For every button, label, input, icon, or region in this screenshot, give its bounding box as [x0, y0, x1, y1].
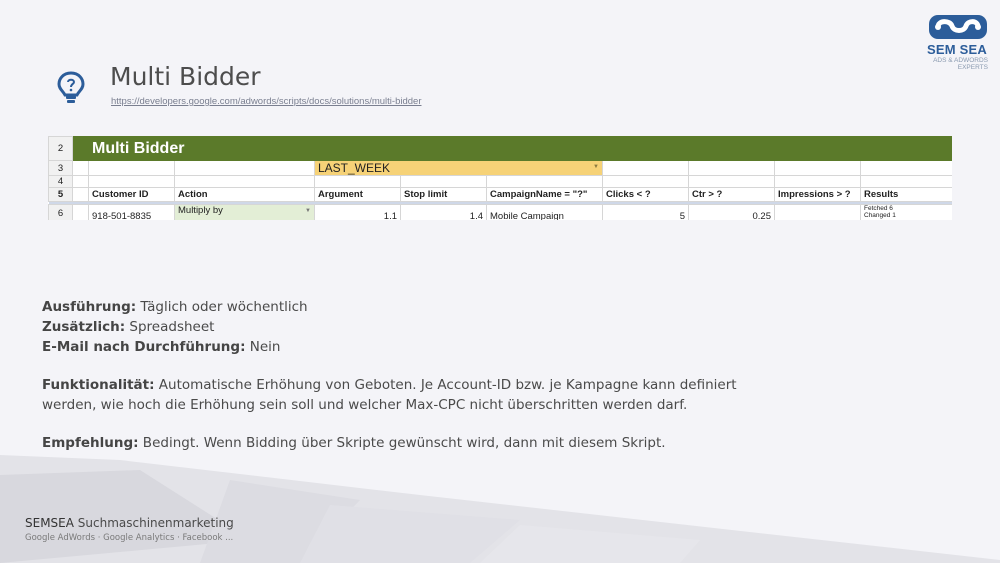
- header-clicks: Clicks < ?: [602, 187, 689, 202]
- dropdown-arrow-icon: ▼: [593, 164, 599, 170]
- footer-services: Google AdWords · Google Analytics · Face…: [25, 533, 234, 543]
- sheet-cell: [602, 175, 689, 188]
- sheet-cell: [688, 160, 775, 176]
- value-additional: Spreadsheet: [125, 319, 215, 335]
- sheet-data-row: 6 918-501-8835 Multiply by ▼ 1.1 1.4 Mob…: [48, 204, 952, 220]
- row-number: 3: [48, 160, 73, 176]
- sheet-cell: [72, 175, 89, 188]
- sheet-cell: [774, 175, 861, 188]
- sheet-cell: [88, 160, 175, 176]
- date-range-value: LAST_WEEK: [318, 161, 391, 175]
- sheet-cell: [72, 160, 89, 176]
- page-title: Multi Bidder: [110, 62, 261, 91]
- line-additional: Zusätzlich: Spreadsheet: [42, 317, 742, 337]
- spreadsheet-preview: 2 Multi Bidder 3 LAST_WEEK ▼ 4 5 Custome…: [48, 136, 952, 220]
- sheet-row-2: 2 Multi Bidder: [48, 136, 952, 161]
- sheet-cell: [174, 160, 315, 176]
- value-recommendation: Bedingt. Wenn Bidding über Skripte gewün…: [138, 435, 666, 451]
- line-execution: Ausführung: Täglich oder wöchentlich: [42, 297, 742, 317]
- semsea-logo-mark: [929, 15, 987, 39]
- sheet-row-3: 3 LAST_WEEK ▼: [48, 160, 952, 176]
- header-campaign-name: CampaignName = "?": [486, 187, 603, 202]
- footer-company-line: SEMSEA Suchmaschinenmarketing: [25, 516, 234, 530]
- label-email: E-Mail nach Durchführung:: [42, 339, 246, 355]
- sheet-cell: [688, 175, 775, 188]
- description: Ausführung: Täglich oder wöchentlich Zus…: [42, 297, 742, 453]
- value-execution: Täglich oder wöchentlich: [136, 299, 308, 315]
- footer-company-suffix: Suchmaschinenmarketing: [73, 516, 234, 530]
- header-stop-limit: Stop limit: [400, 187, 487, 202]
- sheet-cell: [314, 175, 401, 188]
- semsea-logo: SEM SEA ADS & ADWORDS EXPERTS: [926, 14, 988, 71]
- logo-title: SEM SEA: [927, 42, 987, 57]
- sheet-cell: [72, 204, 89, 220]
- results-changed: Changed 1: [864, 212, 896, 219]
- line-email: E-Mail nach Durchführung: Nein: [42, 337, 742, 357]
- cell-results: Fetched 6 Changed 1: [859, 204, 952, 220]
- sheet-banner: Multi Bidder: [87, 136, 952, 161]
- header-results: Results: [859, 187, 952, 202]
- cell-stop-limit: 1.4: [400, 204, 487, 220]
- header-action: Action: [174, 187, 315, 202]
- row-number: 4: [48, 175, 73, 188]
- action-dropdown[interactable]: Multiply by ▼: [174, 204, 315, 220]
- line-recommendation: Empfehlung: Bedingt. Wenn Bidding über S…: [42, 433, 742, 453]
- date-range-dropdown[interactable]: LAST_WEEK ▼: [314, 160, 603, 176]
- label-functionality: Funktionalität:: [42, 377, 155, 393]
- sheet-cell: [72, 187, 89, 202]
- label-recommendation: Empfehlung:: [42, 435, 139, 451]
- header-ctr: Ctr > ?: [688, 187, 775, 202]
- header-customer-id: Customer ID: [88, 187, 175, 202]
- logo-subtitle-2: EXPERTS: [957, 64, 988, 71]
- row-number: 6: [48, 204, 73, 220]
- cell-argument: 1.1: [314, 204, 401, 220]
- footer: SEMSEA Suchmaschinenmarketing Google AdW…: [25, 516, 234, 543]
- label-execution: Ausführung:: [42, 299, 137, 315]
- sheet-cell: [88, 175, 175, 188]
- cell-ctr: 0.25: [688, 204, 775, 220]
- sheet-cell: [774, 160, 861, 176]
- cell-customer-id: 918-501-8835: [88, 204, 175, 220]
- logo-subtitle-1: ADS & ADWORDS: [933, 57, 988, 64]
- action-value: Multiply by: [178, 205, 223, 217]
- lightbulb-icon: [56, 70, 86, 110]
- sheet-cell: [486, 175, 603, 188]
- cell-campaign-name: Mobile Campaign: [486, 204, 603, 220]
- sheet-cell: [602, 160, 689, 176]
- label-additional: Zusätzlich:: [42, 319, 126, 335]
- sheet-cell: [859, 175, 952, 188]
- sheet-cell: [174, 175, 315, 188]
- sheet-header-row: 5 Customer ID Action Argument Stop limit…: [48, 187, 952, 202]
- sheet-band-cell: [72, 136, 89, 161]
- header-argument: Argument: [314, 187, 401, 202]
- docs-link[interactable]: https://developers.google.com/adwords/sc…: [111, 96, 422, 107]
- cell-clicks: 5: [602, 204, 689, 220]
- row-number: 5: [48, 187, 73, 202]
- value-email: Nein: [245, 339, 281, 355]
- sheet-cell: [400, 175, 487, 188]
- line-functionality: Funktionalität: Automatische Erhöhung vo…: [42, 375, 742, 415]
- row-number: 2: [48, 136, 73, 161]
- header-impressions: Impressions > ?: [774, 187, 861, 202]
- sheet-row-4: 4: [48, 175, 952, 188]
- sheet-cell: [859, 160, 952, 176]
- results-fetched: Fetched 6: [864, 205, 893, 213]
- dropdown-arrow-icon: ▼: [305, 208, 311, 214]
- footer-company: SEMSEA: [25, 516, 74, 530]
- cell-impressions: [774, 204, 861, 220]
